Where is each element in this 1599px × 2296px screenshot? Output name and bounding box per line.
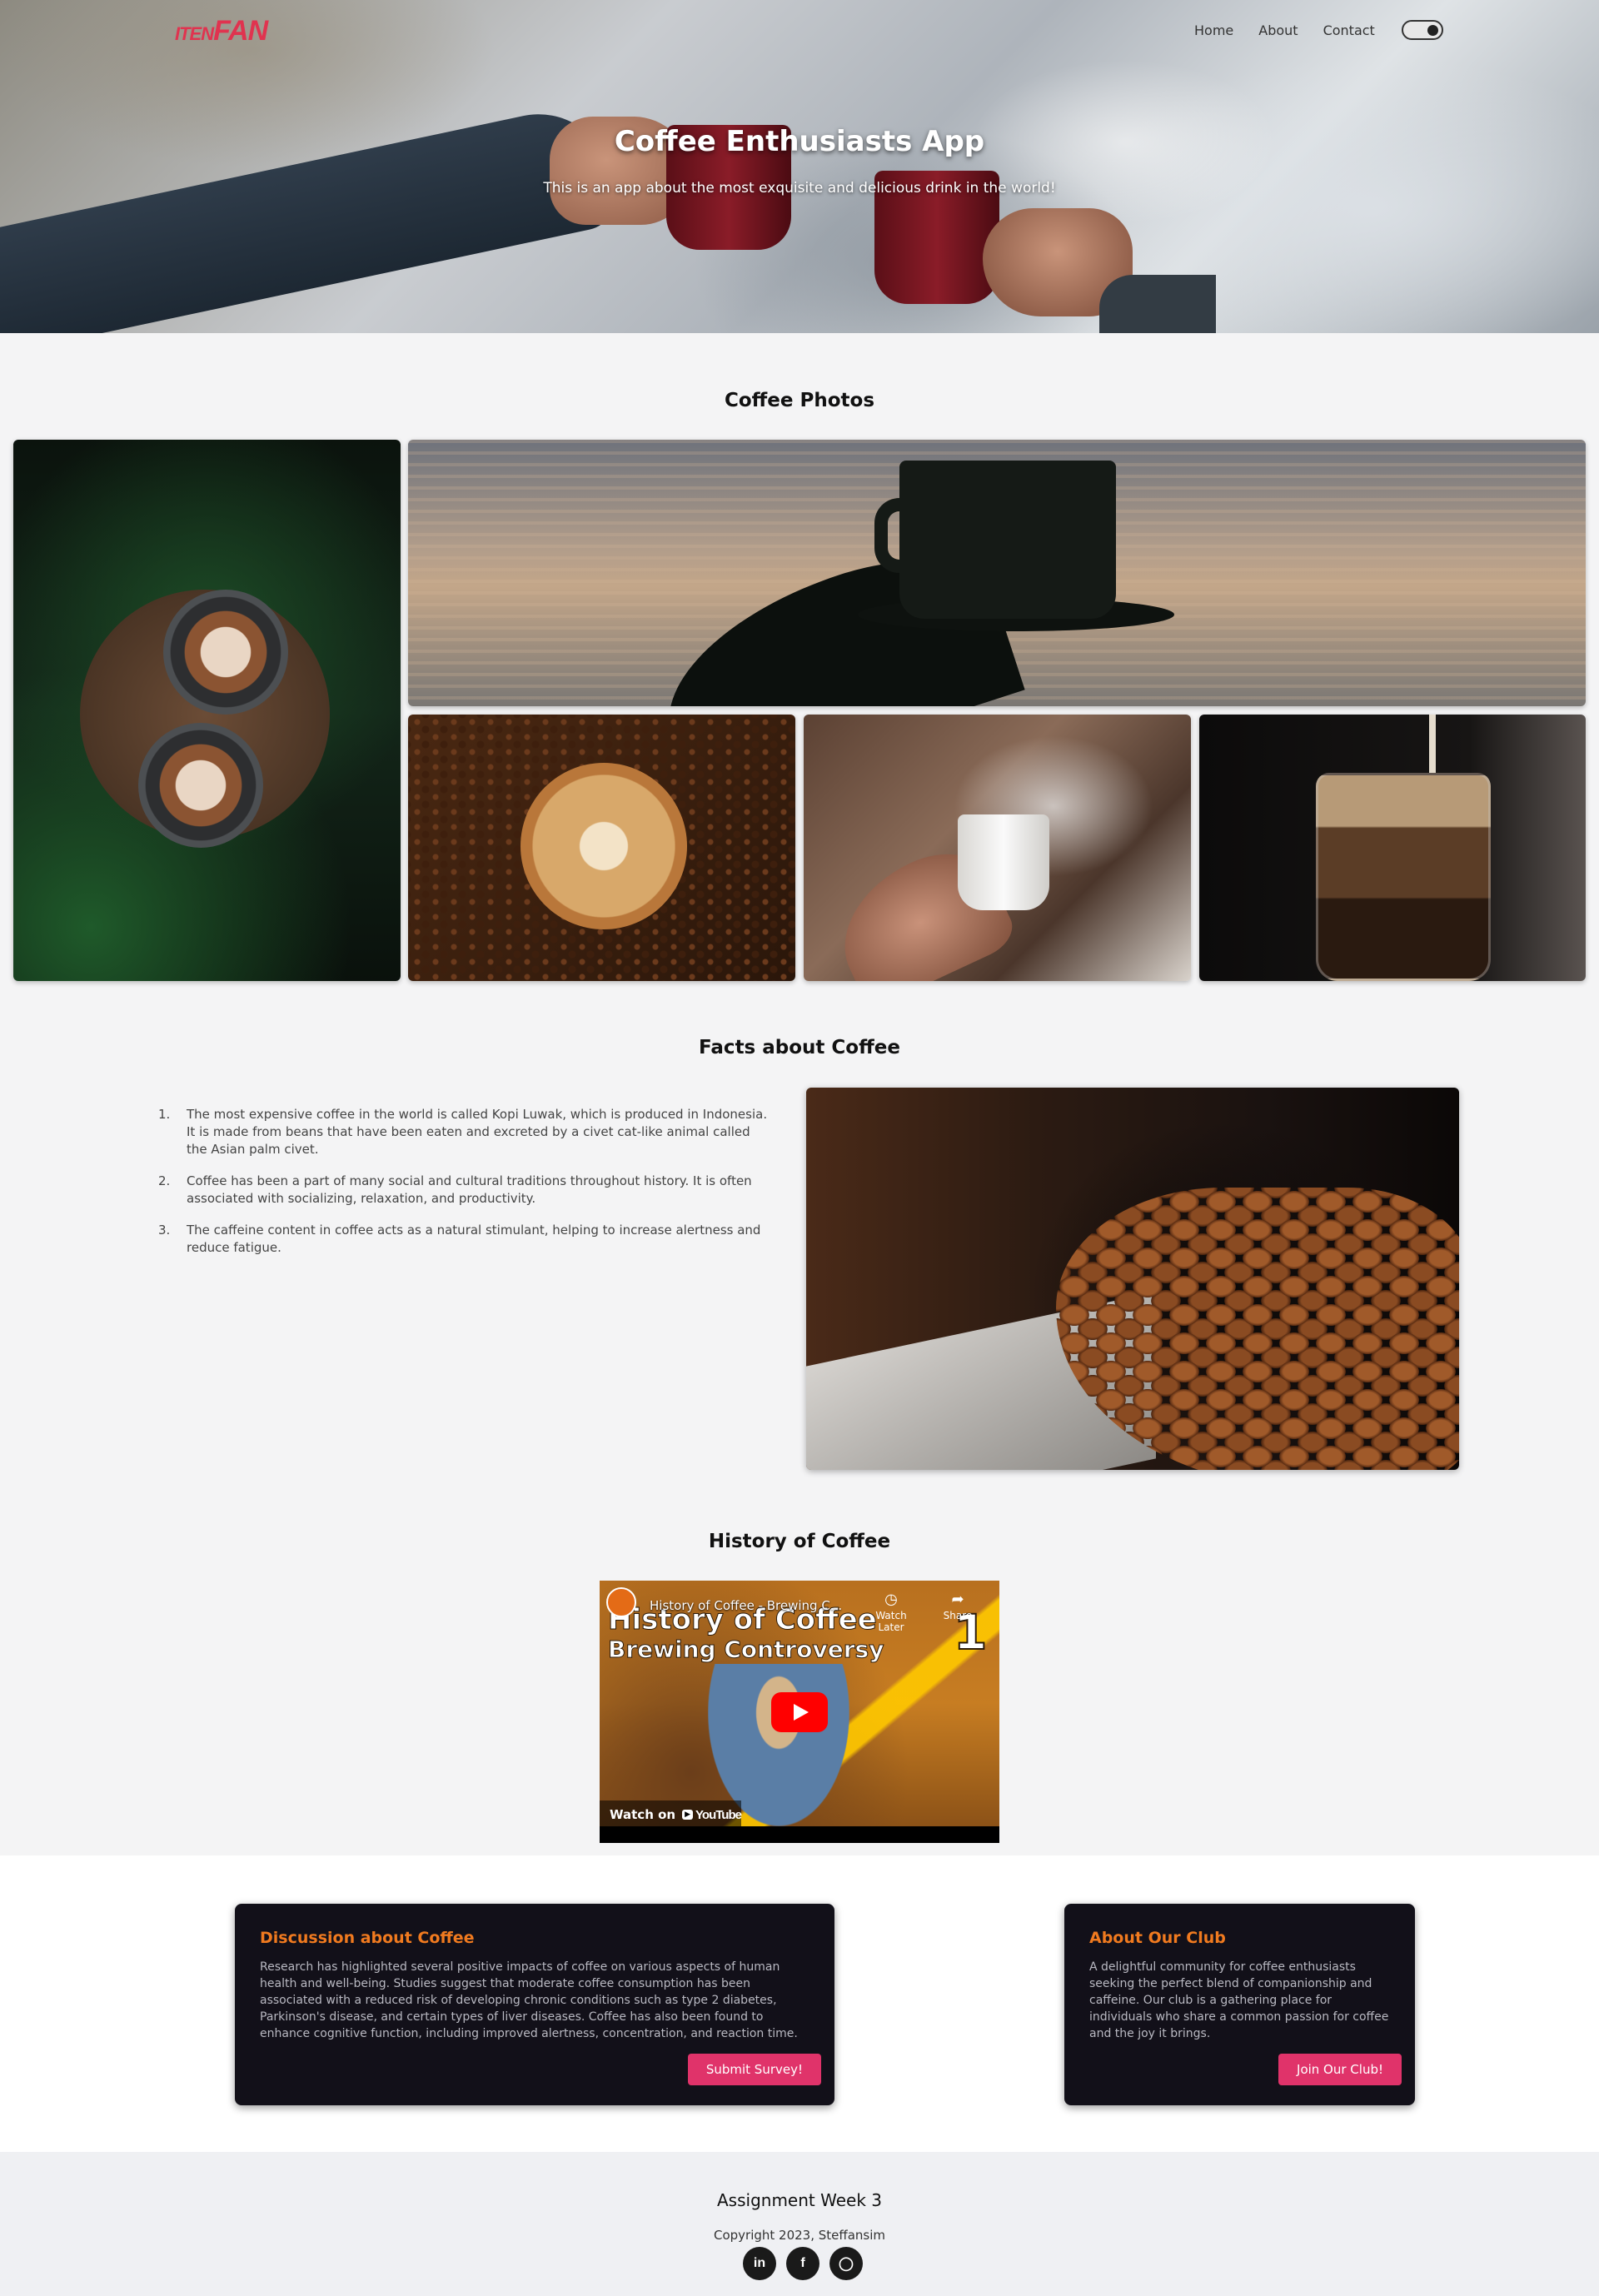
photo-latte-table: [13, 440, 401, 981]
dark-mode-toggle[interactable]: [1401, 20, 1443, 40]
hero-subtitle: This is an app about the most exquisite …: [543, 180, 1056, 197]
photo-latte-beans: [408, 715, 795, 981]
facts-section-title: Facts about Coffee: [699, 1037, 900, 1058]
youtube-wordmark: YouTube: [695, 1807, 742, 1822]
share-button[interactable]: ➦ Share: [937, 1591, 979, 1621]
photo-detail-latte: [521, 763, 687, 929]
site-logo[interactable]: ITENFAN: [175, 15, 268, 47]
nav-home[interactable]: Home: [1194, 22, 1233, 38]
clock-icon: ◷: [884, 1591, 898, 1608]
watch-on-youtube-link[interactable]: Watch on ▶ YouTube: [600, 1800, 742, 1829]
list-item: 2. Coffee has been a part of many social …: [158, 1173, 752, 1206]
logo-main: FAN: [213, 15, 268, 47]
photo-steaming-cup: [804, 715, 1191, 981]
instagram-icon[interactable]: ◯: [829, 2247, 863, 2280]
video-thumbnail-line2: Brewing Controversy: [608, 1636, 884, 1664]
history-section-title: History of Coffee: [708, 1531, 891, 1552]
facts-list: 1. The most expensive coffee in the world…: [158, 1106, 775, 1271]
photo-detail-cup: [138, 723, 263, 848]
photo-mug-sea: [408, 440, 1586, 706]
toggle-knob: [1427, 25, 1438, 36]
footer-title: Assignment Week 3: [717, 2190, 882, 2210]
fact-text: The most expensive coffee in the world i…: [187, 1107, 768, 1157]
main-nav: Home About Contact: [1194, 20, 1443, 40]
join-club-button[interactable]: Join Our Club!: [1278, 2054, 1402, 2085]
channel-avatar[interactable]: [606, 1587, 636, 1617]
share-label: Share: [943, 1610, 973, 1621]
linkedin-icon[interactable]: in: [743, 2247, 776, 2280]
fact-text: Coffee has been a part of many social an…: [187, 1173, 752, 1206]
footer: Assignment Week 3 Copyright 2023, Steffa…: [0, 2152, 1599, 2296]
photo-detail-cup: [958, 814, 1049, 910]
photo-detail-glass: [1316, 773, 1491, 981]
list-item: 3. The caffeine content in coffee acts as…: [158, 1223, 761, 1255]
card-title: Discussion about Coffee: [260, 1929, 475, 1947]
watch-later-label: Watch Later: [875, 1610, 907, 1633]
hero-image-arm: [1099, 275, 1216, 333]
play-button[interactable]: [771, 1692, 828, 1732]
youtube-video-embed[interactable]: History of Coffee Brewing Controversy 1 …: [600, 1581, 999, 1843]
club-card: About Our Club A delightful community fo…: [1064, 1904, 1415, 2105]
list-item: 1. The most expensive coffee in the world…: [158, 1107, 768, 1157]
nav-contact[interactable]: Contact: [1323, 22, 1375, 38]
youtube-play-icon: ▶: [682, 1810, 694, 1820]
submit-survey-button[interactable]: Submit Survey!: [687, 2054, 821, 2085]
share-icon: ➦: [951, 1591, 964, 1608]
social-links: in f ◯: [743, 2247, 873, 2280]
watch-on-label: Watch on: [610, 1807, 676, 1822]
photo-detail-cup: [163, 590, 288, 715]
photo-iced-coffee: [1199, 715, 1586, 981]
hero-banner: ITENFAN Home About Contact Coffee Enthus…: [0, 0, 1599, 333]
footer-copyright: Copyright 2023, Steffansim: [713, 2228, 886, 2243]
hero-title: Coffee Enthusiasts App: [614, 125, 985, 158]
video-title-link[interactable]: History of Coffee - Brewing C...: [650, 1598, 842, 1613]
card-title: About Our Club: [1089, 1929, 1226, 1947]
fact-text: The caffeine content in coffee acts as a…: [187, 1223, 761, 1255]
discussion-card: Discussion about Coffee Research has hig…: [235, 1904, 834, 2105]
photo-coffee-beans-spill: [806, 1088, 1459, 1470]
card-text: A delightful community for coffee enthus…: [1089, 1960, 1389, 2040]
facebook-icon[interactable]: f: [786, 2247, 819, 2280]
card-text: Research has highlighted several positiv…: [260, 1960, 798, 2040]
photos-section-title: Coffee Photos: [724, 390, 875, 411]
photo-detail-mug: [899, 461, 1116, 619]
logo-prefix: ITEN: [175, 23, 214, 44]
watch-later-button[interactable]: ◷ Watch Later: [866, 1591, 916, 1633]
nav-about[interactable]: About: [1258, 22, 1298, 38]
